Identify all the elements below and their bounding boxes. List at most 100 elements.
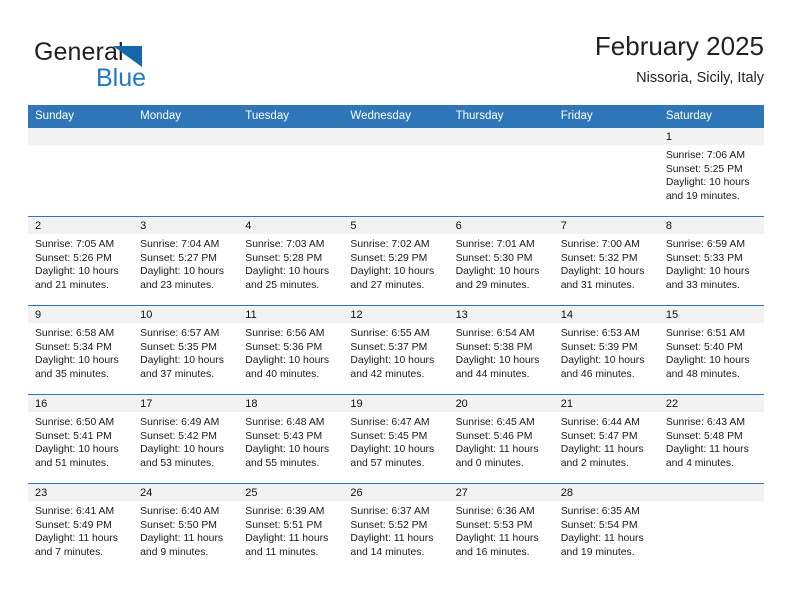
- sunset-text: Sunset: 5:46 PM: [455, 430, 533, 442]
- daylight-text: Daylight: 11 hours: [245, 533, 329, 545]
- sunset-text: Sunset: 5:42 PM: [140, 430, 217, 442]
- day-details: Sunrise: 6:37 AM Sunset: 5:52 PM Daylight:…: [343, 501, 448, 559]
- day-number: 9: [28, 306, 134, 323]
- day-details: [449, 145, 554, 149]
- day-number: 24: [133, 484, 239, 501]
- day-number: 19: [343, 395, 449, 412]
- weekday-header-friday: Friday: [560, 110, 593, 122]
- sunrise-text: Sunrise: 6:40 AM: [140, 506, 220, 517]
- day-cell-empty: [448, 128, 554, 216]
- sunrise-text: Sunrise: 6:53 AM: [560, 328, 640, 339]
- day-cell-28[interactable]: 28 Sunrise: 6:35 AM Sunset: 5:54 PM Dayligh…: [553, 484, 659, 572]
- daylight-text: Daylight: 11 hours: [560, 444, 644, 456]
- daylight-text-cont: and 35 minutes.: [35, 368, 109, 380]
- day-cell-23[interactable]: 23 Sunrise: 6:41 AM Sunset: 5:49 PM Dayligh…: [28, 484, 134, 572]
- calendar-grid: Sunday Monday Tuesday Wednesday Thursday Frid…: [28, 105, 764, 572]
- daylight-text-cont: and 11 minutes.: [245, 546, 319, 558]
- day-details: [554, 145, 659, 149]
- daylight-text: Daylight: 10 hours: [560, 266, 645, 278]
- sunrise-text: Sunrise: 6:44 AM: [560, 417, 640, 428]
- sunrise-text: Sunrise: 6:45 AM: [455, 417, 535, 428]
- day-cell-empty: [658, 484, 764, 572]
- day-cell-6[interactable]: 6 Sunrise: 7:01 AM Sunset: 5:30 PM Daylight…: [448, 217, 554, 305]
- day-details: Sunrise: 6:53 AM Sunset: 5:39 PM Daylight:…: [554, 323, 659, 381]
- day-cell-20[interactable]: 20 Sunrise: 6:45 AM Sunset: 5:46 PM Dayligh…: [448, 395, 554, 483]
- daylight-text: Daylight: 10 hours: [455, 266, 540, 278]
- day-cell-11[interactable]: 11 Sunrise: 6:56 AM Sunset: 5:36 PM Dayligh…: [238, 306, 344, 394]
- day-number: 1: [658, 128, 764, 145]
- daylight-text-cont: and 16 minutes.: [455, 546, 530, 558]
- daylight-text: Daylight: 10 hours: [560, 355, 645, 367]
- day-details: [343, 145, 448, 149]
- day-details: Sunrise: 7:06 AM Sunset: 5:25 PM Daylight:…: [659, 145, 764, 203]
- sunset-text: Sunset: 5:30 PM: [455, 252, 533, 264]
- sunset-text: Sunset: 5:26 PM: [35, 252, 112, 264]
- daylight-text: Daylight: 11 hours: [665, 444, 749, 456]
- day-cell-25[interactable]: 25 Sunrise: 6:39 AM Sunset: 5:51 PM Dayligh…: [238, 484, 344, 572]
- calendar-week-row: 16 Sunrise: 6:50 AM Sunset: 5:41 PM Dayligh…: [28, 394, 764, 483]
- daylight-text: Daylight: 10 hours: [665, 177, 750, 189]
- day-number: 28: [553, 484, 659, 501]
- day-details: Sunrise: 6:50 AM Sunset: 5:41 PM Daylight:…: [28, 412, 133, 470]
- sunrise-text: Sunrise: 6:48 AM: [245, 417, 325, 428]
- day-cell-17[interactable]: 17 Sunrise: 6:49 AM Sunset: 5:42 PM Dayligh…: [133, 395, 239, 483]
- day-details: Sunrise: 6:49 AM Sunset: 5:42 PM Daylight:…: [133, 412, 238, 470]
- day-number: [238, 128, 344, 145]
- day-cell-1[interactable]: 1 Sunrise: 7:06 AM Sunset: 5:25 PM Daylight…: [658, 128, 764, 216]
- daylight-text-cont: and 57 minutes.: [350, 457, 425, 469]
- daylight-text-cont: and 46 minutes.: [560, 368, 635, 380]
- day-number: 12: [343, 306, 449, 323]
- day-number: [28, 128, 134, 145]
- day-details: [28, 145, 133, 149]
- sunset-text: Sunset: 5:38 PM: [455, 341, 533, 353]
- daylight-text: Daylight: 10 hours: [245, 355, 330, 367]
- sunrise-text: Sunrise: 7:00 AM: [560, 239, 640, 250]
- day-cell-4[interactable]: 4 Sunrise: 7:03 AM Sunset: 5:28 PM Daylight…: [238, 217, 344, 305]
- day-details: Sunrise: 6:56 AM Sunset: 5:36 PM Daylight:…: [238, 323, 343, 381]
- sunrise-text: Sunrise: 7:03 AM: [245, 239, 325, 250]
- daylight-text: Daylight: 10 hours: [35, 444, 119, 456]
- sunset-text: Sunset: 5:39 PM: [560, 341, 638, 353]
- daylight-text-cont: and 33 minutes.: [665, 279, 740, 291]
- general-blue-logo[interactable]: General Blue: [34, 38, 264, 94]
- day-cell-19[interactable]: 19 Sunrise: 6:47 AM Sunset: 5:45 PM Dayligh…: [343, 395, 449, 483]
- day-cell-8[interactable]: 8 Sunrise: 6:59 AM Sunset: 5:33 PM Daylight…: [658, 217, 764, 305]
- day-cell-26[interactable]: 26 Sunrise: 6:37 AM Sunset: 5:52 PM Dayligh…: [343, 484, 449, 572]
- sunset-text: Sunset: 5:35 PM: [140, 341, 217, 353]
- calendar-week-row: 1 Sunrise: 7:06 AM Sunset: 5:25 PM Daylight…: [28, 128, 764, 216]
- day-cell-9[interactable]: 9 Sunrise: 6:58 AM Sunset: 5:34 PM Daylight…: [28, 306, 134, 394]
- day-cell-10[interactable]: 10 Sunrise: 6:57 AM Sunset: 5:35 PM Dayligh…: [133, 306, 239, 394]
- sunset-text: Sunset: 5:25 PM: [665, 163, 743, 175]
- daylight-text: Daylight: 10 hours: [665, 355, 750, 367]
- day-cell-14[interactable]: 14 Sunrise: 6:53 AM Sunset: 5:39 PM Dayligh…: [553, 306, 659, 394]
- calendar-week-row: 2 Sunrise: 7:05 AM Sunset: 5:26 PM Daylight…: [28, 216, 764, 305]
- day-details: Sunrise: 7:01 AM Sunset: 5:30 PM Daylight:…: [449, 234, 554, 292]
- day-details: Sunrise: 7:00 AM Sunset: 5:32 PM Daylight:…: [554, 234, 659, 292]
- day-cell-5[interactable]: 5 Sunrise: 7:02 AM Sunset: 5:29 PM Daylight…: [343, 217, 449, 305]
- day-number: 13: [448, 306, 554, 323]
- sunset-text: Sunset: 5:45 PM: [350, 430, 428, 442]
- day-cell-22[interactable]: 22 Sunrise: 6:43 AM Sunset: 5:48 PM Dayligh…: [658, 395, 764, 483]
- day-number: 21: [553, 395, 659, 412]
- day-cell-2[interactable]: 2 Sunrise: 7:05 AM Sunset: 5:26 PM Daylight…: [28, 217, 134, 305]
- daylight-text-cont: and 19 minutes.: [560, 546, 635, 558]
- day-number: 3: [133, 217, 239, 234]
- day-cell-21[interactable]: 21 Sunrise: 6:44 AM Sunset: 5:47 PM Dayligh…: [553, 395, 659, 483]
- daylight-text: Daylight: 10 hours: [350, 444, 435, 456]
- day-cell-24[interactable]: 24 Sunrise: 6:40 AM Sunset: 5:50 PM Dayligh…: [133, 484, 239, 572]
- day-cell-3[interactable]: 3 Sunrise: 7:04 AM Sunset: 5:27 PM Daylight…: [133, 217, 239, 305]
- day-cell-18[interactable]: 18 Sunrise: 6:48 AM Sunset: 5:43 PM Dayligh…: [238, 395, 344, 483]
- daylight-text: Daylight: 10 hours: [245, 266, 330, 278]
- day-cell-16[interactable]: 16 Sunrise: 6:50 AM Sunset: 5:41 PM Dayligh…: [28, 395, 134, 483]
- day-details: Sunrise: 6:41 AM Sunset: 5:49 PM Daylight:…: [28, 501, 133, 559]
- daylight-text: Daylight: 10 hours: [350, 266, 435, 278]
- day-cell-13[interactable]: 13 Sunrise: 6:54 AM Sunset: 5:38 PM Dayligh…: [448, 306, 554, 394]
- day-cell-15[interactable]: 15 Sunrise: 6:51 AM Sunset: 5:40 PM Dayligh…: [658, 306, 764, 394]
- day-cell-7[interactable]: 7 Sunrise: 7:00 AM Sunset: 5:32 PM Daylight…: [553, 217, 659, 305]
- title-block: February 2025 Nissoria, Sicily, Italy: [595, 30, 764, 88]
- day-cell-12[interactable]: 12 Sunrise: 6:55 AM Sunset: 5:37 PM Dayligh…: [343, 306, 449, 394]
- day-cell-27[interactable]: 27 Sunrise: 6:36 AM Sunset: 5:53 PM Dayligh…: [448, 484, 554, 572]
- daylight-text: Daylight: 10 hours: [455, 355, 540, 367]
- day-details: Sunrise: 6:58 AM Sunset: 5:34 PM Daylight:…: [28, 323, 133, 381]
- daylight-text-cont: and 48 minutes.: [665, 368, 740, 380]
